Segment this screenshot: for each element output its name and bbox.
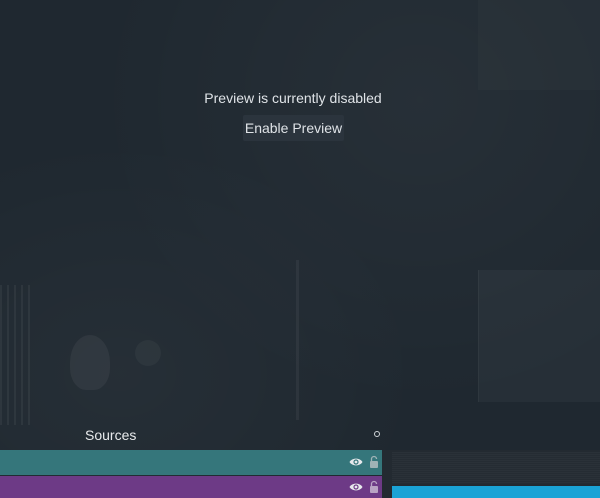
sources-panel-header: Sources xyxy=(0,420,388,450)
dimmed-preview-figure xyxy=(70,335,110,390)
selected-scene-bar[interactable] xyxy=(392,486,600,498)
source-item[interactable] xyxy=(0,450,382,475)
unlock-icon[interactable] xyxy=(369,480,379,494)
preview-disabled-message: Preview is currently disabled xyxy=(204,90,382,106)
scene-panel-texture xyxy=(392,452,600,484)
dimmed-preview-sign xyxy=(478,270,600,402)
enable-preview-button[interactable]: Enable Preview xyxy=(243,115,344,141)
sources-options-icon[interactable] xyxy=(374,431,380,437)
eye-icon[interactable] xyxy=(349,456,363,468)
eye-icon[interactable] xyxy=(349,481,363,493)
dimmed-preview-shelf xyxy=(0,285,32,425)
dimmed-preview-background xyxy=(478,0,600,90)
unlock-icon[interactable] xyxy=(369,455,379,469)
dimmed-preview-object xyxy=(135,340,161,366)
sources-title: Sources xyxy=(85,427,137,443)
source-item[interactable] xyxy=(0,476,382,498)
preview-area: Preview is currently disabled Enable Pre… xyxy=(0,0,600,498)
dimmed-preview-pole xyxy=(296,260,299,420)
